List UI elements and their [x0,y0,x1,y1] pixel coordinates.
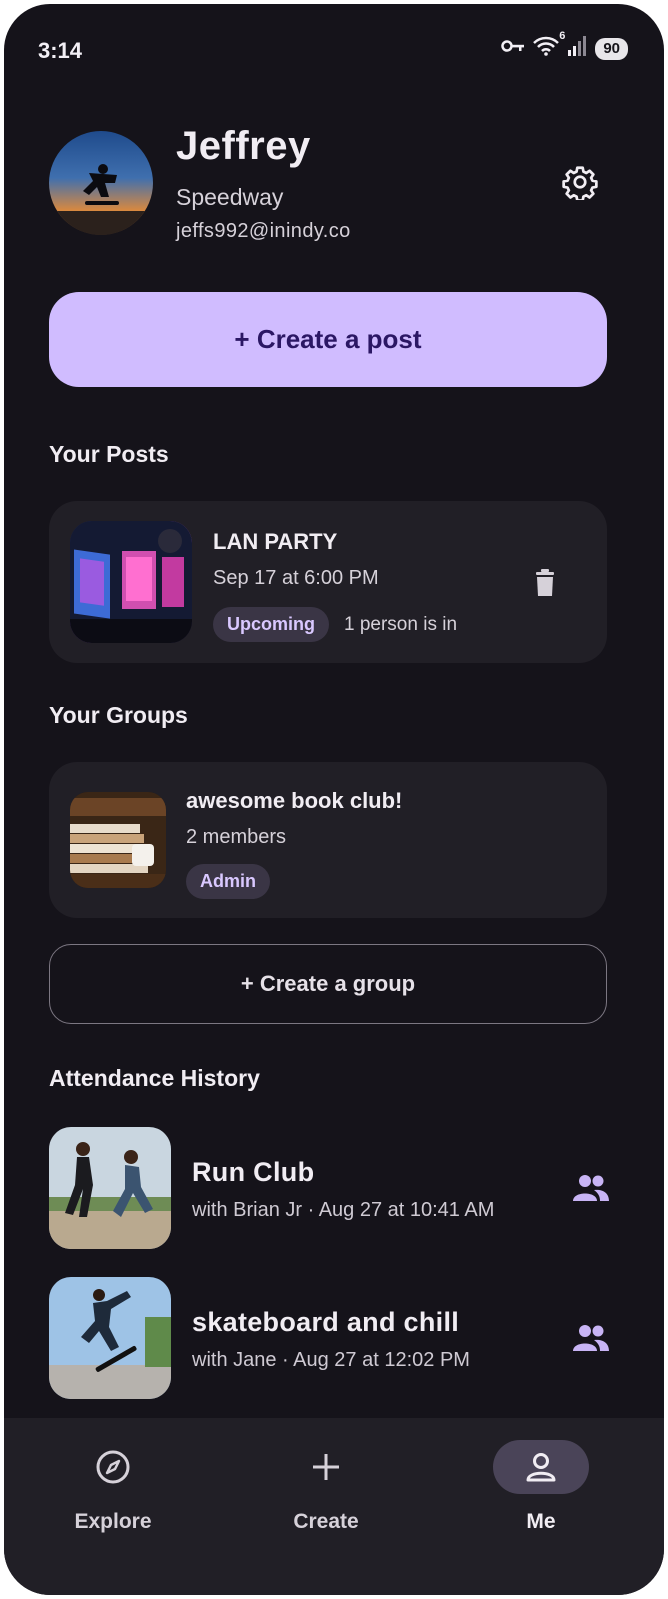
compass-icon [65,1440,161,1494]
status-time: 3:14 [38,38,83,63]
attendance-thumbnail [49,1277,171,1399]
signal-icon [567,36,587,61]
profile-name: Jeffrey [176,124,311,168]
attendance-thumbnail [49,1127,171,1249]
skater-silhouette-icon [49,164,153,235]
status-icons: 6 90 [501,30,628,61]
create-group-button[interactable]: + Create a group [49,944,607,1024]
section-title-attendance-history: Attendance History [49,1065,260,1091]
wifi-badge: 6 [559,30,566,42]
post-title: LAN PARTY [213,529,338,554]
role-badge: Admin [186,864,270,899]
trash-icon[interactable] [529,567,561,599]
key-icon [501,39,525,58]
post-thumbnail [70,521,192,643]
person-icon [493,1440,589,1494]
group-icon [573,1323,609,1353]
attendance-title: skateboard and chill [192,1307,460,1337]
plus-icon [278,1440,374,1494]
nav-item-me[interactable]: Me [471,1440,611,1534]
attendance-subtitle: with Jane · Aug 27 at 12:02 PM [192,1349,470,1371]
battery-indicator: 90 [595,37,628,60]
group-title: awesome book club! [186,788,403,813]
list-item[interactable]: Run Club with Brian Jr · Aug 27 at 10:41… [49,1127,609,1249]
attendance-subtitle: with Brian Jr · Aug 27 at 10:41 AM [192,1199,495,1221]
status-badge: Upcoming [213,607,329,642]
group-icon [573,1173,609,1203]
section-title-your-groups: Your Groups [49,702,188,728]
bottom-nav: Explore Create Me [4,1418,664,1595]
group-thumbnail [70,792,166,888]
post-card[interactable]: LAN PARTY Sep 17 at 6:00 PM Upcoming 1 p… [49,501,607,663]
group-card[interactable]: awesome book club! 2 members Admin [49,762,607,918]
profile-location: Speedway [176,184,284,210]
nav-item-explore[interactable]: Explore [43,1440,183,1534]
nav-label-create: Create [293,1510,359,1533]
post-attendance: 1 person is in [344,614,458,635]
attendance-title: Run Club [192,1157,315,1187]
profile-email: jeffs992@inindy.co [176,220,351,242]
avatar[interactable] [49,131,153,235]
section-title-your-posts: Your Posts [49,441,169,467]
group-members: 2 members [186,826,287,848]
nav-label-explore: Explore [74,1510,152,1533]
status-bar: 3:14 6 90 [4,4,664,94]
create-post-button[interactable]: + Create a post [49,292,607,387]
nav-item-create[interactable]: Create [256,1440,396,1534]
wifi-icon: 6 [533,30,565,61]
list-item[interactable]: skateboard and chill with Jane · Aug 27 … [49,1277,609,1399]
nav-label-me: Me [526,1510,556,1533]
app-screen: 3:14 6 90 Jeffrey Speedway jeffs992@inin… [4,4,664,1595]
gear-icon[interactable] [560,162,600,202]
post-date: Sep 17 at 6:00 PM [213,567,379,589]
